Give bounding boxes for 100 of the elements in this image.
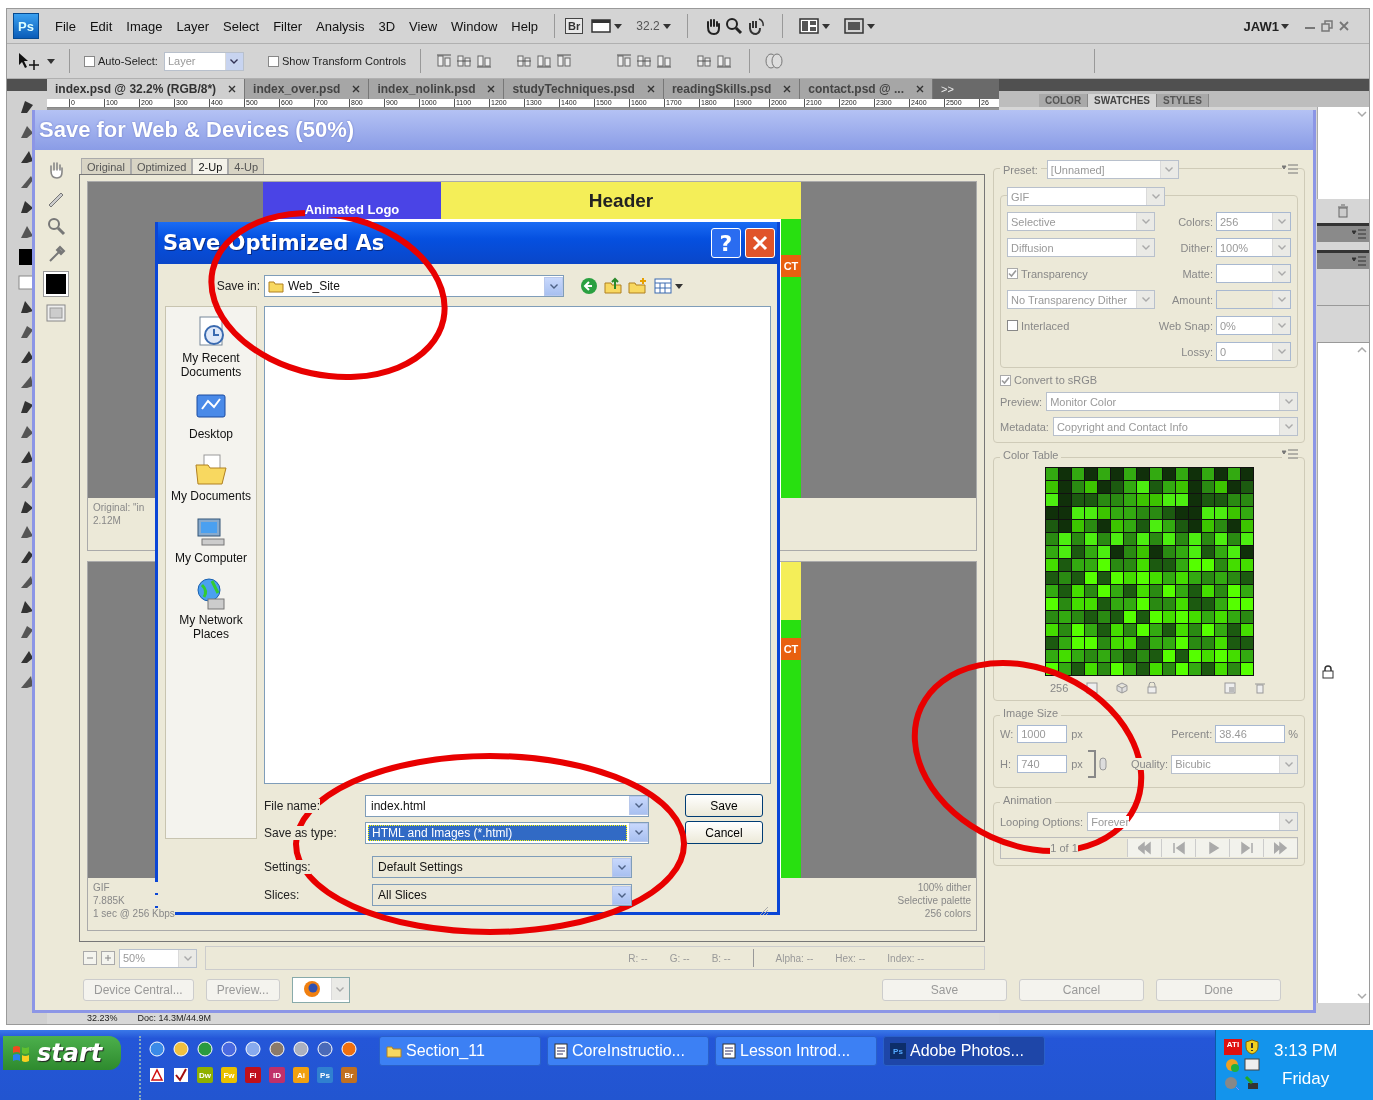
menu-item[interactable]: Layer <box>170 15 216 37</box>
zoom-out-button[interactable] <box>83 951 97 965</box>
view-tab[interactable]: Optimized <box>130 158 193 174</box>
percent-field[interactable]: 38.46 <box>1215 725 1286 743</box>
app-icon[interactable] <box>149 1041 165 1057</box>
looping-dropdown[interactable]: Forever <box>1087 812 1298 831</box>
workspace-switcher[interactable]: JAW1 <box>1243 18 1279 34</box>
taskbar-button[interactable]: CoreInstructio... <box>547 1036 709 1066</box>
playback-button[interactable] <box>1263 839 1297 857</box>
places-bar-item[interactable]: My Computer <box>168 515 254 565</box>
screen-mode-icon[interactable] <box>843 18 864 34</box>
taskbar-button[interactable]: Ps Adobe Photos... <box>883 1036 1045 1066</box>
app-shortcut[interactable]: Dw <box>197 1067 213 1083</box>
auto-align-icon[interactable] <box>764 52 785 70</box>
app-logo[interactable]: Ps <box>13 13 39 39</box>
app-icon[interactable] <box>173 1041 189 1057</box>
cube-icon[interactable] <box>1116 682 1129 694</box>
menu-item[interactable]: Edit <box>83 15 119 37</box>
arrange-documents-icon[interactable] <box>798 18 819 34</box>
file-list[interactable] <box>264 306 771 784</box>
app-icon[interactable] <box>221 1041 237 1057</box>
places-bar-item[interactable]: My Recent Documents <box>168 315 254 379</box>
playback-button[interactable] <box>1127 839 1161 857</box>
taskbar-button[interactable]: Section_11 <box>379 1036 541 1066</box>
menu-item[interactable]: Analysis <box>310 15 371 37</box>
menu-item[interactable]: File <box>49 15 82 37</box>
playback-button[interactable] <box>1161 839 1195 857</box>
document-tab[interactable]: index.psd @ 32.2% (RGB/8*) <box>47 79 246 99</box>
file-field-dropdown[interactable]: HTML and Images (*.html) <box>365 821 649 844</box>
app-icon[interactable] <box>293 1041 309 1057</box>
menu-item[interactable]: View <box>403 15 444 37</box>
dialog-button[interactable]: Save <box>685 794 763 817</box>
panel-tab[interactable]: COLOR <box>1039 94 1089 107</box>
auto-select-dropdown[interactable]: Layer <box>163 51 244 71</box>
zoom-level-dropdown[interactable]: 32.2 <box>636 19 660 33</box>
close-icon[interactable] <box>646 85 655 93</box>
app-shortcut[interactable]: Ai <box>293 1067 309 1083</box>
view-tab[interactable]: Original <box>81 158 131 174</box>
metadata-dropdown[interactable]: Copyright and Contact Info <box>1052 417 1298 436</box>
height-field[interactable]: 740 <box>1017 755 1068 773</box>
app-icon[interactable] <box>269 1041 285 1057</box>
folder-document-icon[interactable] <box>194 453 228 487</box>
document-tab[interactable]: index_over.psd <box>245 79 370 99</box>
link-bracket-icon[interactable] <box>1086 747 1109 781</box>
dither-dropdown[interactable]: 100% <box>1216 238 1291 257</box>
matte-dropdown[interactable] <box>1216 264 1291 283</box>
app-shortcut[interactable]: ID <box>269 1067 285 1083</box>
document-tab[interactable]: readingSkills.psd <box>663 79 801 99</box>
playback-button[interactable] <box>1195 839 1229 857</box>
panel-tab[interactable]: STYLES <box>1157 94 1209 107</box>
checkbox[interactable] <box>1007 268 1018 279</box>
checkbox[interactable] <box>267 55 279 67</box>
document-tab[interactable]: studyTechniques.psd <box>504 79 664 99</box>
browser-preview-button[interactable] <box>291 977 350 1003</box>
help-button[interactable]: ? <box>711 228 741 258</box>
close-icon[interactable] <box>783 85 792 93</box>
places-bar-item[interactable]: My Documents <box>168 453 254 503</box>
trash-icon[interactable] <box>1254 682 1267 694</box>
checkmark-app-icon[interactable] <box>173 1067 189 1083</box>
restore-icon[interactable] <box>1320 19 1334 33</box>
preview-dropdown[interactable]: Monitor Color <box>1046 392 1298 411</box>
app-icon[interactable] <box>245 1041 261 1057</box>
app-icon[interactable] <box>341 1041 357 1057</box>
web-shift-icon[interactable] <box>1086 682 1099 694</box>
toggle-slices-icon[interactable] <box>46 304 66 322</box>
back-icon[interactable] <box>580 277 598 295</box>
checkbox[interactable] <box>1007 320 1018 331</box>
computer-icon[interactable] <box>194 515 228 549</box>
close-button[interactable] <box>745 228 775 258</box>
close-icon[interactable] <box>487 85 496 93</box>
option-dropdown[interactable]: Default Settings <box>372 856 632 878</box>
places-bar-item[interactable]: My Network Places <box>168 577 254 641</box>
zoom-icon[interactable] <box>46 216 66 236</box>
network-icon[interactable] <box>1244 1075 1260 1091</box>
colors-dropdown[interactable]: 256 <box>1216 212 1291 231</box>
preset-dropdown[interactable]: [Unnamed] <box>1046 160 1179 179</box>
dialog-button[interactable]: Save <box>882 979 1007 1001</box>
eyedropper-color-swatch[interactable] <box>44 272 68 296</box>
quality-dropdown[interactable]: Bicubic <box>1171 754 1298 774</box>
tray-logo[interactable]: ATI <box>1224 1039 1242 1055</box>
dialog-button[interactable]: Device Central... <box>83 979 194 1001</box>
lossy-dropdown[interactable]: 0 <box>1216 342 1291 361</box>
monitor-icon[interactable] <box>1244 1057 1260 1073</box>
panel-menu-icon[interactable] <box>1352 256 1366 266</box>
taskbar-button[interactable]: Lesson Introd... <box>715 1036 877 1066</box>
panel-tab[interactable]: SWATCHES <box>1088 94 1158 107</box>
width-field[interactable]: 1000 <box>1017 725 1068 743</box>
new-folder-icon[interactable] <box>628 277 648 295</box>
app-shortcut[interactable]: Fl <box>245 1067 261 1083</box>
document-tab[interactable]: contact.psd @ ... <box>800 79 934 99</box>
view-tab[interactable]: 2-Up <box>192 158 229 174</box>
new-color-icon[interactable] <box>1224 682 1237 694</box>
up-folder-icon[interactable] <box>604 277 622 295</box>
view-tab[interactable]: 4-Up <box>228 158 265 174</box>
menu-item[interactable]: Window <box>445 15 504 37</box>
dialog-button[interactable]: Cancel <box>1019 979 1144 1001</box>
pdf-icon[interactable] <box>149 1067 165 1083</box>
dialog-button[interactable]: Cancel <box>685 821 763 844</box>
menu-item[interactable]: Filter <box>267 15 309 37</box>
menu-item[interactable]: Help <box>505 15 545 37</box>
